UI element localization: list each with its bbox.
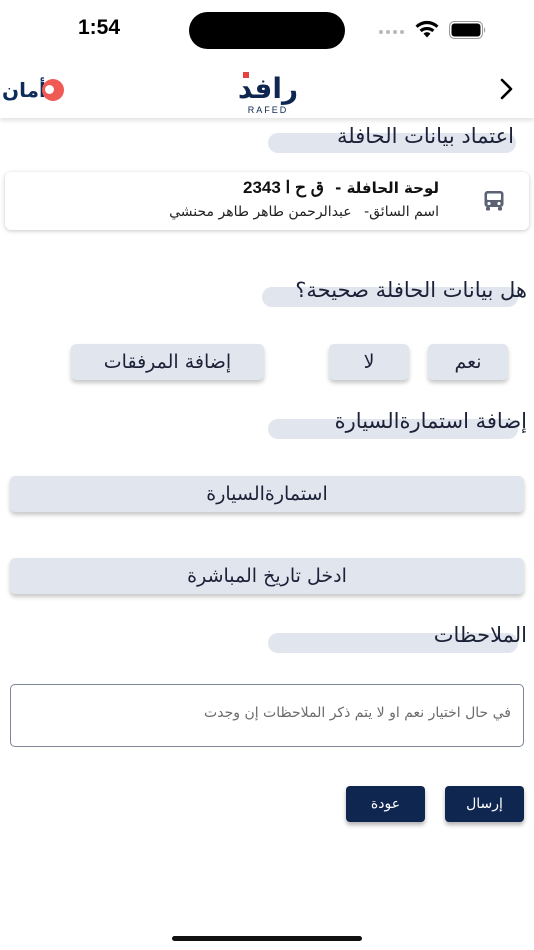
- start-date-button[interactable]: ادخل تاريخ المباشرة: [10, 558, 524, 594]
- no-button[interactable]: لا: [329, 344, 409, 380]
- driver-label: اسم السائق-: [364, 204, 439, 220]
- question-title: هل بيانات الحافلة صحيحة؟: [295, 278, 527, 302]
- rafed-logo: رافد RAFED: [238, 72, 298, 115]
- bus-icon: [484, 191, 504, 211]
- aman-logo-mark: [41, 79, 64, 101]
- battery-icon: [449, 21, 486, 39]
- aman-logo-text: أمان: [2, 78, 46, 102]
- yes-button[interactable]: نعم: [428, 344, 508, 380]
- bus-plate-label: لوحة الحافلة -: [335, 179, 439, 197]
- add-attachments-button[interactable]: إضافة المرفقات: [71, 344, 264, 380]
- submit-button[interactable]: إرسال: [445, 786, 524, 822]
- notes-title: الملاحظات: [433, 623, 527, 647]
- bus-plate: لوحة الحافلة - ق ح ا 2343: [243, 178, 439, 198]
- home-indicator: [172, 936, 362, 941]
- rafed-logo-subtext: RAFED: [248, 105, 289, 115]
- driver-name: عبدالرحمن طاهر طاهر محنشي: [169, 204, 352, 220]
- wifi-icon: [415, 20, 439, 38]
- bus-section-title: اعتماد بيانات الحافلة: [337, 124, 514, 148]
- driver-info: اسم السائق- عبدالرحمن طاهر طاهر محنشي: [169, 204, 439, 220]
- bus-info-card: لوحة الحافلة - ق ح ا 2343 اسم السائق- عب…: [5, 172, 529, 230]
- app-header: أمان رافد RAFED: [0, 58, 534, 118]
- cellular-signal-icon: [379, 30, 404, 34]
- back-button[interactable]: عودة: [346, 786, 425, 822]
- status-time: 1:54: [78, 16, 121, 39]
- bus-plate-value: ق ح ا 2343: [243, 178, 324, 197]
- aman-logo: أمان: [2, 78, 64, 102]
- dynamic-island: [189, 12, 345, 49]
- notes-input[interactable]: [10, 684, 524, 747]
- chevron-right-icon[interactable]: [494, 76, 518, 102]
- status-bar: 1:54: [0, 0, 534, 58]
- vehicle-form-title: إضافة استمارةالسيارة: [334, 409, 527, 433]
- vehicle-form-button[interactable]: استمارةالسيارة: [10, 476, 524, 512]
